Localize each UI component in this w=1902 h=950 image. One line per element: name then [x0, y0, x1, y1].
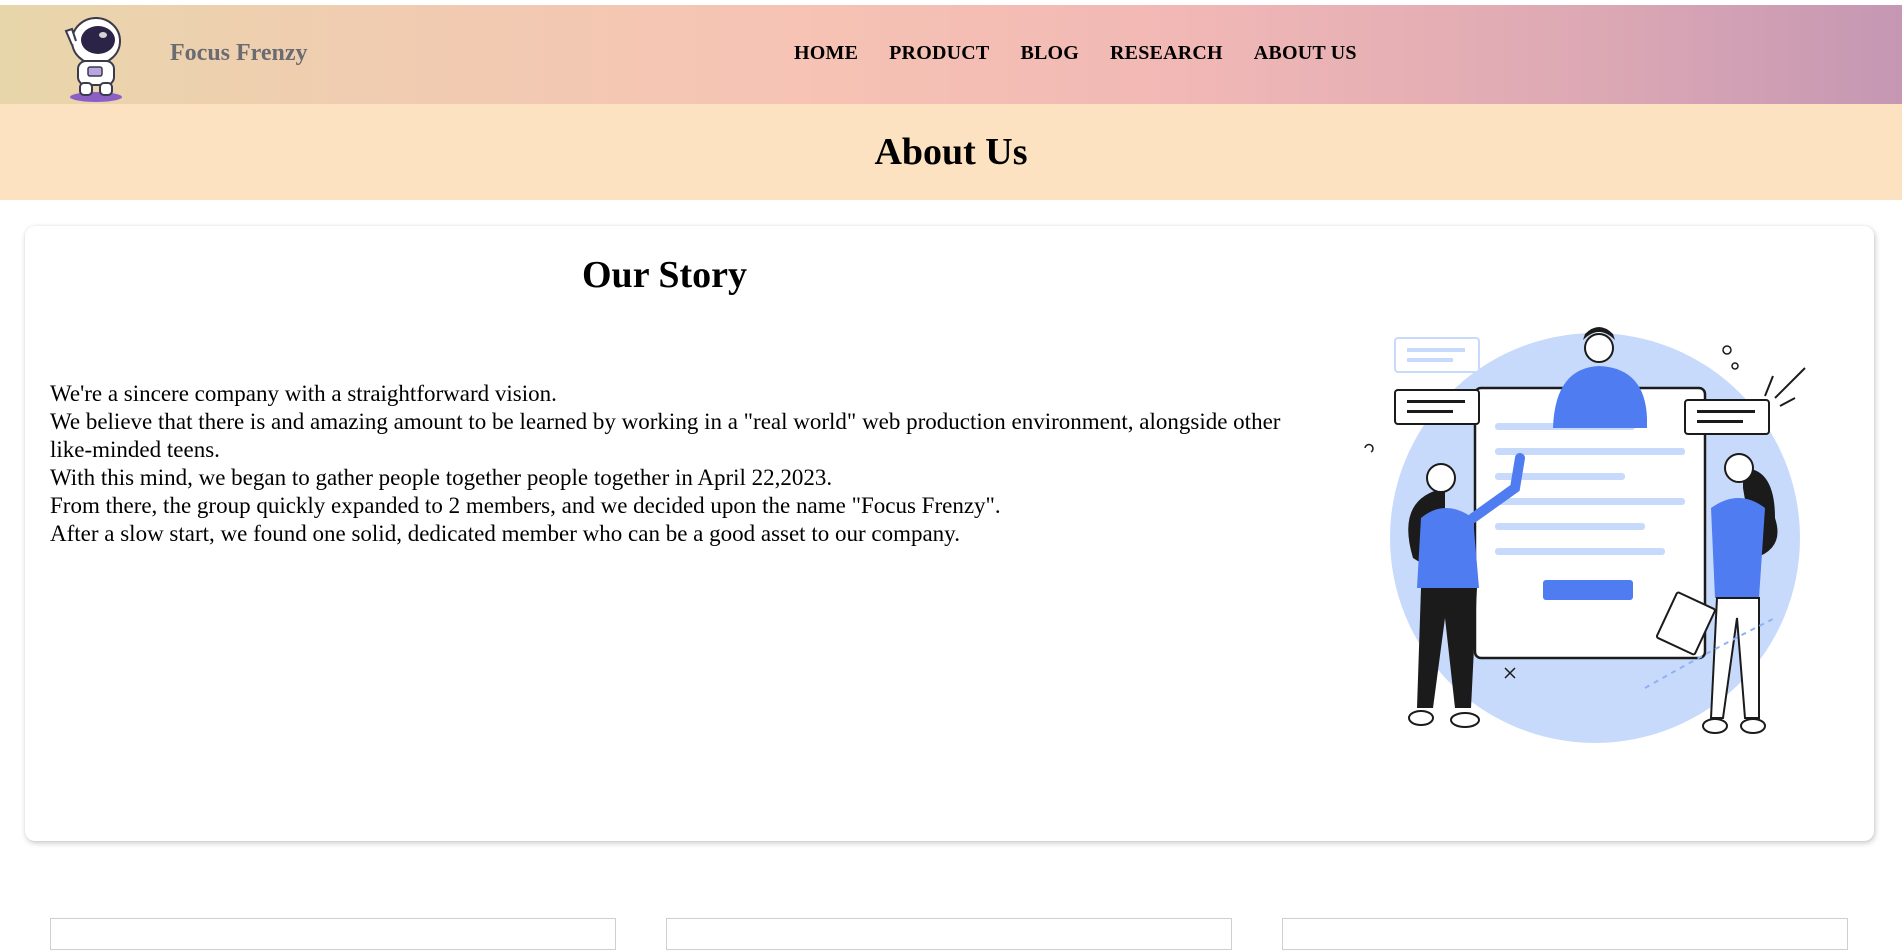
story-line: After a slow start, we found one solid, … [50, 521, 960, 546]
story-line: From there, the group quickly expanded t… [50, 493, 1001, 518]
nav-research[interactable]: RESEARCH [1110, 42, 1223, 65]
feature-card [50, 918, 616, 950]
team-collaboration-illustration [1355, 318, 1835, 748]
nav-blog[interactable]: BLOG [1020, 42, 1079, 65]
page-title: About Us [874, 131, 1028, 173]
section-heading: Our Story [582, 254, 748, 296]
page-title-banner: About Us [0, 104, 1902, 200]
top-navigation-bar: Focus Frenzy HOME PRODUCT BLOG RESEARCH … [0, 5, 1902, 104]
our-story-card: Our Story We're a sincere company with a… [25, 226, 1874, 841]
story-line: We're a sincere company with a straightf… [50, 381, 557, 406]
nav-product[interactable]: PRODUCT [889, 42, 989, 65]
feature-card [1282, 918, 1848, 950]
feature-card [666, 918, 1232, 950]
brand-name[interactable]: Focus Frenzy [170, 40, 308, 67]
nav-about-us[interactable]: ABOUT US [1254, 42, 1357, 65]
story-line: With this mind, we began to gather peopl… [50, 465, 833, 490]
story-line: We believe that there is and amazing amo… [50, 409, 1281, 462]
astronaut-logo-icon[interactable] [58, 11, 134, 103]
story-text: We're a sincere company with a straightf… [50, 380, 1310, 548]
main-nav: HOME PRODUCT BLOG RESEARCH ABOUT US [794, 42, 1357, 65]
nav-home[interactable]: HOME [794, 42, 858, 65]
